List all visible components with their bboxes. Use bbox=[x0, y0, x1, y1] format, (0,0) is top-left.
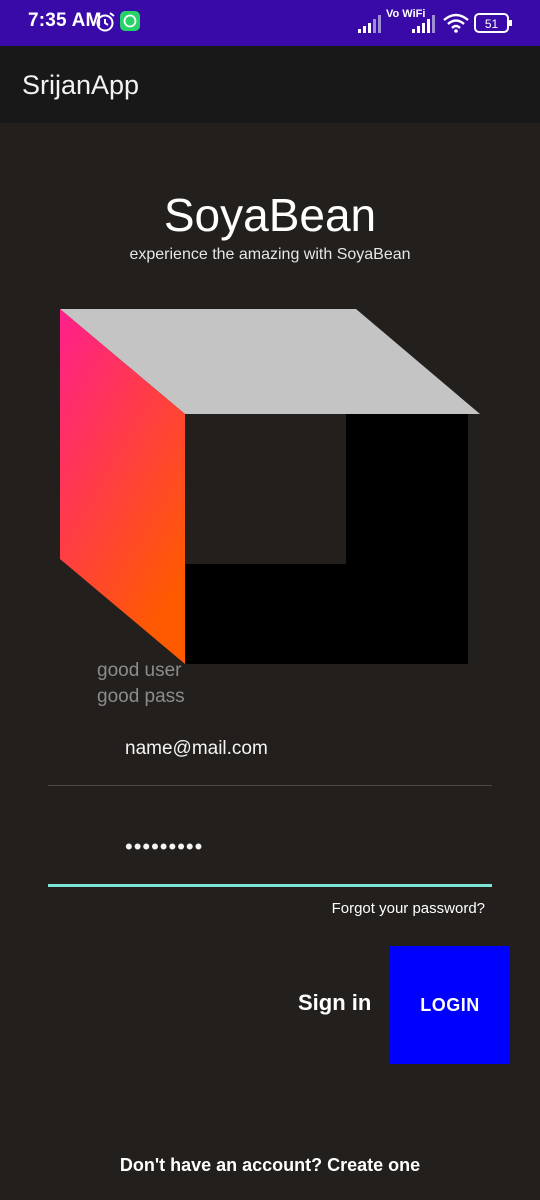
battery-level: 51 bbox=[485, 17, 499, 31]
battery-icon: 51 bbox=[474, 13, 512, 33]
status-bar: 7:35 AM Vo WiFi 51 bbox=[0, 0, 540, 46]
login-button[interactable]: LOGIN bbox=[390, 946, 510, 1064]
cube-inner-recess bbox=[185, 414, 346, 564]
app-bar: SrijanApp bbox=[0, 46, 540, 123]
password-field[interactable]: ••••••••• bbox=[48, 830, 492, 890]
brand-tagline: experience the amazing with SoyaBean bbox=[129, 246, 411, 263]
signal-icon bbox=[358, 15, 381, 33]
whatsapp-icon bbox=[120, 11, 140, 31]
forgot-password-link[interactable]: Forgot your password? bbox=[332, 900, 485, 917]
email-value: name@mail.com bbox=[125, 738, 268, 759]
app-title: SrijanApp bbox=[22, 70, 140, 100]
alarm-icon bbox=[95, 12, 115, 32]
brand-title: SoyaBean bbox=[163, 189, 377, 241]
wifi-icon bbox=[443, 13, 469, 33]
status-time: 7:35 AM bbox=[28, 10, 102, 31]
sign-in-label: Sign in bbox=[298, 990, 372, 1015]
signal-icon bbox=[412, 15, 435, 33]
cube-logo bbox=[60, 309, 480, 664]
email-underline bbox=[48, 785, 492, 786]
email-field[interactable]: name@mail.com bbox=[48, 738, 492, 798]
hint-user: good user bbox=[97, 660, 182, 681]
password-value: ••••••••• bbox=[125, 834, 204, 859]
hint-pass: good pass bbox=[97, 686, 185, 707]
create-account-link[interactable]: Don't have an account? Create one bbox=[0, 1155, 540, 1176]
password-underline bbox=[48, 884, 492, 887]
